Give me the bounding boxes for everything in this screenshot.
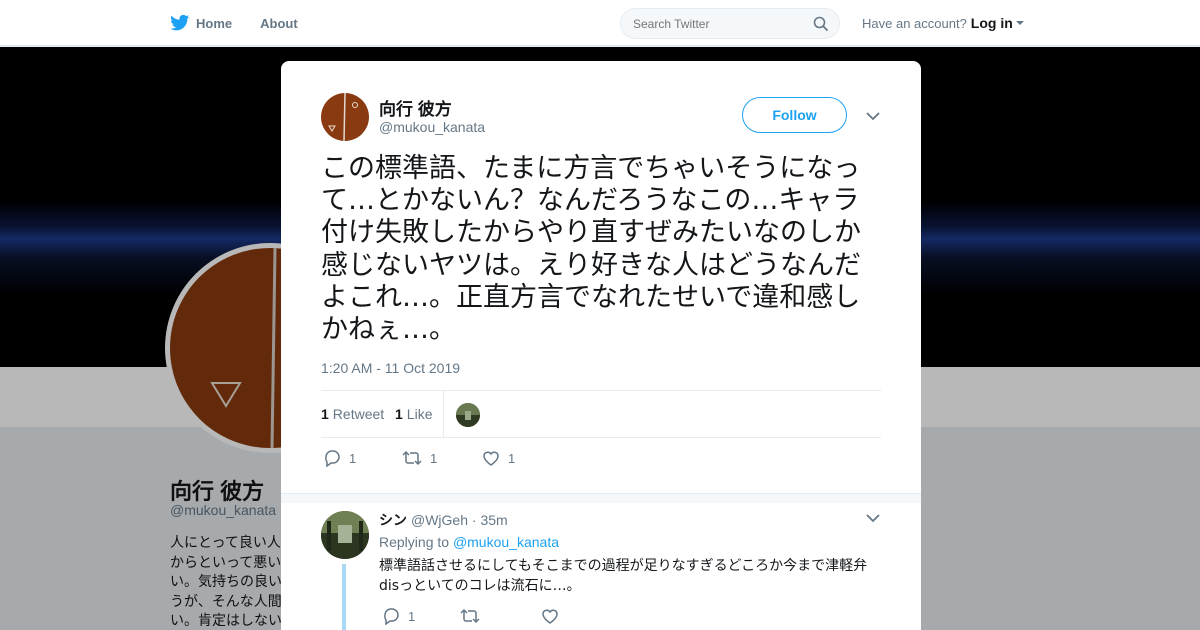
retweet-stat[interactable]: 1 Retweet bbox=[321, 406, 384, 422]
reply-like-action[interactable] bbox=[541, 607, 567, 625]
search-box bbox=[620, 8, 840, 39]
reply-text: 標準語話させるにしてもそこまでの過程が足りなすぎるどころか今まで津軽弁disっと… bbox=[379, 558, 868, 594]
replying-to: Replying to @mukou_kanata bbox=[379, 534, 559, 550]
nav-left: Home About bbox=[170, 0, 326, 46]
replying-prefix: Replying to bbox=[379, 534, 450, 550]
account-area: Have an account? Log in bbox=[862, 15, 1024, 31]
liker-avatar[interactable] bbox=[456, 403, 480, 427]
reply-time[interactable]: · 35m bbox=[472, 512, 508, 528]
like-action-count: 1 bbox=[508, 450, 516, 466]
search-input[interactable] bbox=[621, 9, 801, 38]
retweet-label: Retweet bbox=[332, 406, 385, 422]
like-action[interactable]: 1 bbox=[482, 449, 515, 467]
close-icon[interactable] bbox=[1154, 12, 1178, 36]
liker-avatar-art-icon bbox=[456, 403, 480, 427]
nav-about-label: About bbox=[260, 15, 298, 31]
retweet-icon bbox=[402, 450, 422, 466]
reply-retweet-action[interactable] bbox=[460, 607, 488, 625]
nav-home-label: Home bbox=[196, 15, 233, 31]
reply-retweet-icon bbox=[460, 608, 480, 624]
like-label: Like bbox=[406, 406, 433, 422]
nav-home[interactable]: Home bbox=[170, 14, 232, 32]
author-handle[interactable]: @mukou_kanata bbox=[379, 119, 485, 135]
tweet-modal: 向行 彼方 @mukou_kanata Follow この標準語、たまに方言でち… bbox=[281, 61, 921, 630]
retweet-count: 1 bbox=[321, 406, 329, 422]
tweet-timestamp[interactable]: 1:20 AM - 11 Oct 2019 bbox=[321, 360, 460, 376]
tweet-stats: 1 Retweet 1 Like bbox=[321, 390, 881, 438]
top-navigation-bar: Home About Have an account? Log in bbox=[0, 0, 1200, 46]
reply-heart-icon bbox=[542, 609, 558, 624]
have-account-text: Have an account? bbox=[862, 15, 967, 31]
tweet-text: この標準語、たまに方言でちゃいそうになって…とかないん？なんだろうなこの…キャラ… bbox=[321, 153, 861, 346]
reply-reply-icon bbox=[384, 608, 399, 625]
login-link[interactable]: Log in bbox=[971, 15, 1013, 31]
reply-author-name[interactable]: シン bbox=[379, 512, 407, 528]
reply-action-count: 1 bbox=[349, 450, 357, 466]
heart-icon bbox=[483, 451, 499, 466]
reply-header: シン @WjGeh · 35m bbox=[379, 510, 508, 530]
author-avatar[interactable] bbox=[321, 93, 369, 141]
author-name[interactable]: 向行 彼方 bbox=[379, 95, 452, 120]
replying-to-link[interactable]: @mukou_kanata bbox=[453, 534, 559, 550]
replies-divider bbox=[281, 493, 921, 503]
retweet-action[interactable]: 1 bbox=[402, 449, 437, 467]
follow-button[interactable]: Follow bbox=[742, 97, 847, 133]
reply-reply-count: 1 bbox=[408, 608, 416, 624]
chevron-down-icon[interactable] bbox=[866, 111, 880, 121]
reply-author-avatar[interactable] bbox=[321, 511, 369, 559]
stats-divider bbox=[443, 391, 444, 438]
like-count: 1 bbox=[395, 406, 403, 422]
caret-down-icon[interactable] bbox=[1015, 21, 1024, 25]
reply-avatar-art-icon bbox=[321, 511, 369, 559]
reply-author-handle[interactable]: @WjGeh bbox=[411, 512, 468, 528]
reply-reply-action[interactable]: 1 bbox=[382, 607, 415, 625]
twitter-bird-icon bbox=[170, 14, 190, 31]
search-icon[interactable] bbox=[813, 16, 829, 32]
author-avatar-art-icon bbox=[328, 93, 358, 141]
reply-thread-line bbox=[342, 564, 346, 630]
like-stat[interactable]: 1 Like bbox=[395, 406, 432, 422]
reply-chevron-down-icon[interactable] bbox=[866, 513, 880, 523]
nav-about[interactable]: About bbox=[260, 16, 298, 31]
reply-action[interactable]: 1 bbox=[323, 449, 356, 467]
reply-icon bbox=[325, 450, 340, 467]
retweet-action-count: 1 bbox=[430, 450, 438, 466]
